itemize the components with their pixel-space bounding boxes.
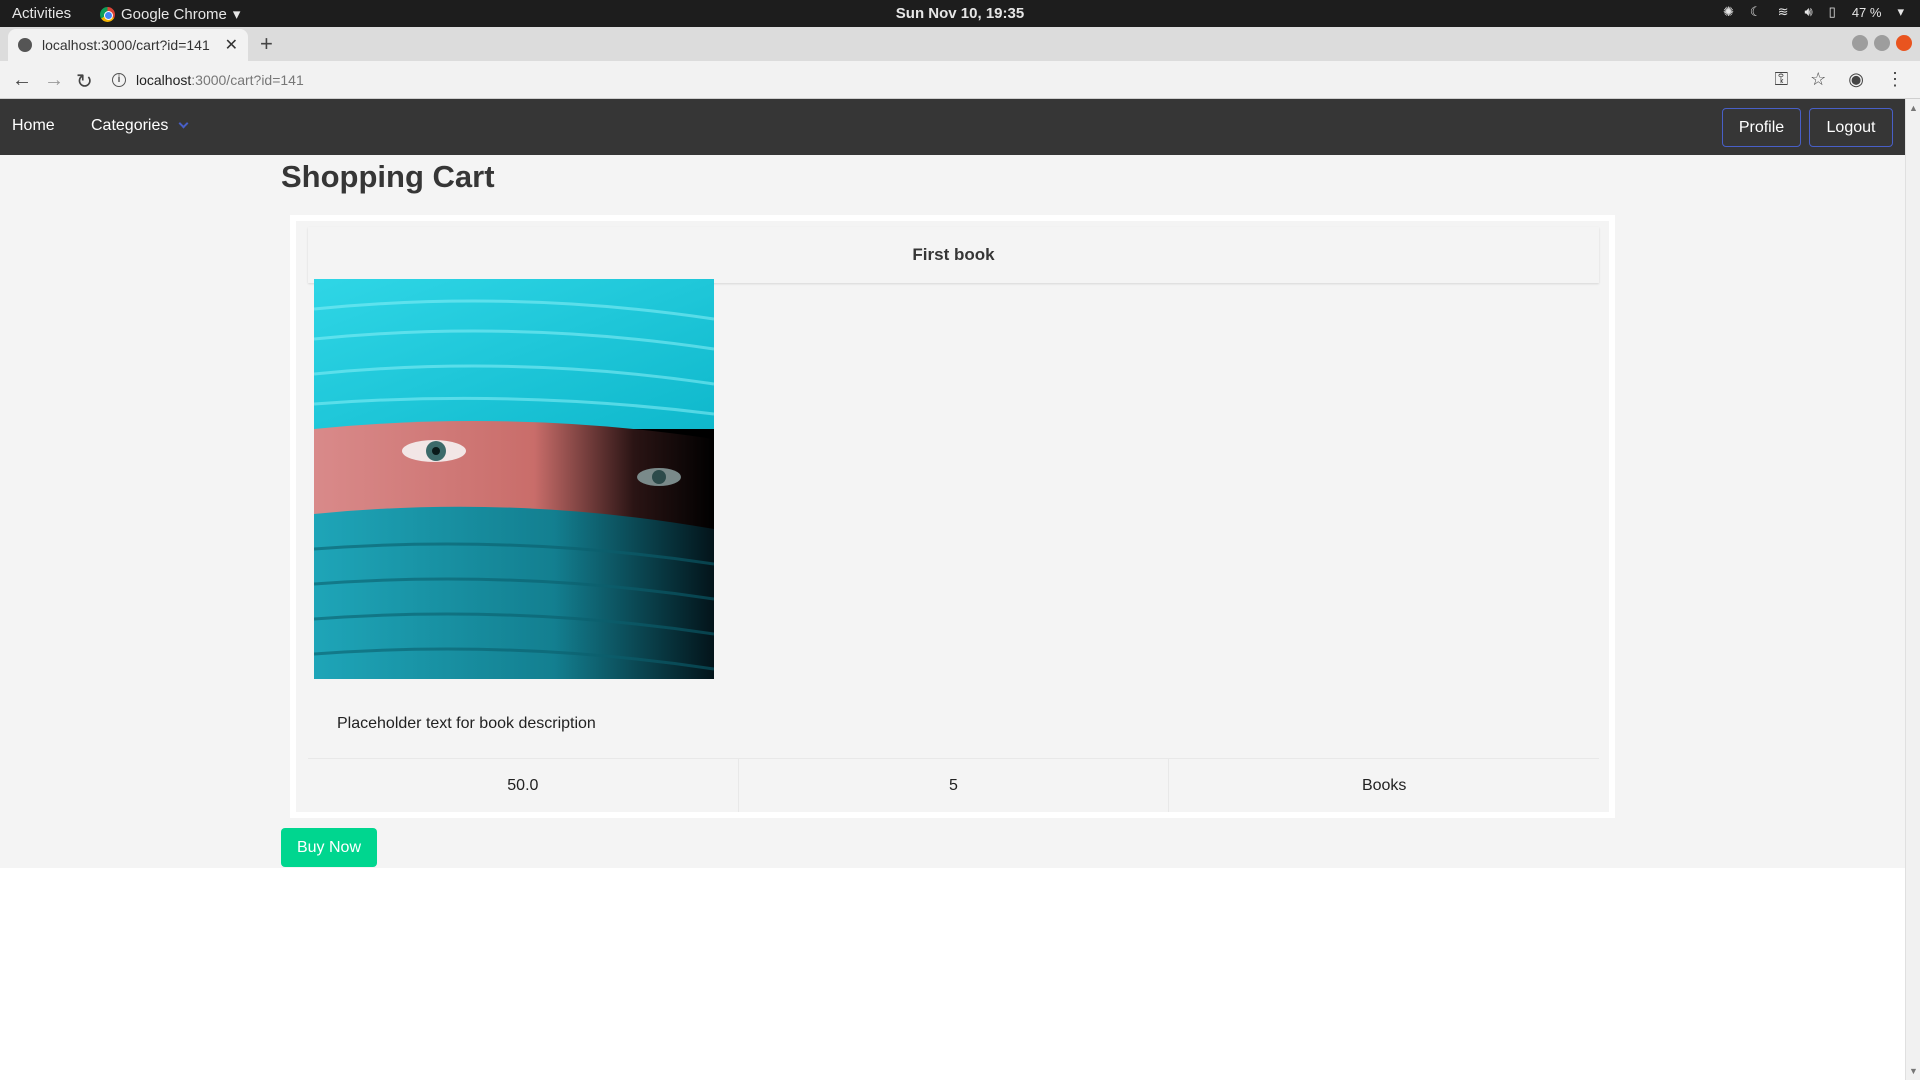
night-light-icon: ☾ (1749, 4, 1762, 19)
scroll-up-icon[interactable]: ▲ (1909, 103, 1918, 113)
logout-button[interactable]: Logout (1809, 108, 1893, 147)
browser-toolbar: ← → ↻ i localhost:3000/cart?id=141 ⚿ ☆ ◉… (0, 61, 1920, 99)
volume-icon: 🔊︎ (1804, 4, 1813, 19)
product-image (314, 279, 714, 679)
clock[interactable]: Sun Nov 10, 19:35 (0, 5, 1920, 22)
card-footer: 50.0 5 Books (308, 758, 1599, 812)
chevron-down-icon: ▾ (1897, 4, 1904, 19)
window-controls (1852, 35, 1912, 51)
url-host: localhost (136, 72, 192, 88)
browser-tab[interactable]: localhost:3000/cart?id=141 ✕ (8, 29, 248, 61)
cart-item-card: First book Placeholder text for book des… (290, 215, 1615, 818)
product-title: First book (308, 227, 1599, 283)
minimize-button[interactable] (1852, 35, 1868, 51)
reload-icon[interactable]: ↻ (76, 69, 93, 94)
back-arrow-icon[interactable]: ← (12, 69, 32, 92)
site-navbar: Home Categories Profile Logout (0, 99, 1905, 155)
tab-strip: localhost:3000/cart?id=141 ✕ + (0, 27, 1920, 61)
os-top-bar: Activities Google Chrome ▾ Sun Nov 10, 1… (0, 0, 1920, 27)
wifi-icon: ≋ (1777, 4, 1789, 19)
url-path: :3000/cart?id=141 (191, 72, 304, 88)
info-icon[interactable]: i (112, 73, 126, 87)
card-body: First book Placeholder text for book des… (296, 221, 1609, 812)
close-tab-icon[interactable]: ✕ (225, 35, 238, 55)
product-description: Placeholder text for book description (337, 715, 596, 732)
globe-icon (18, 38, 32, 52)
new-tab-button[interactable]: + (260, 31, 273, 57)
account-icon[interactable]: ◉ (1848, 69, 1864, 90)
maximize-button[interactable] (1874, 35, 1890, 51)
categories-label: Categories (91, 117, 169, 134)
web-page: Home Categories Profile Logout Shopping … (0, 99, 1905, 1080)
close-window-button[interactable] (1896, 35, 1912, 51)
notification-icon: ✺ (1723, 4, 1734, 19)
page-scrollbar[interactable]: ▲ ▼ (1905, 99, 1920, 1080)
product-category: Books (1361, 776, 1407, 794)
star-icon[interactable]: ☆ (1810, 69, 1826, 90)
battery-icon: ▯ (1828, 4, 1836, 19)
address-bar[interactable]: i localhost:3000/cart?id=141 (112, 66, 1762, 94)
chevron-down-icon (178, 118, 189, 129)
forward-arrow-icon[interactable]: → (44, 69, 64, 92)
key-icon[interactable]: ⚿ (1774, 69, 1788, 90)
toolbar-actions: ⚿ ☆ ◉ ⋮ (1774, 69, 1904, 90)
tab-title: localhost:3000/cart?id=141 (42, 37, 210, 53)
scroll-down-icon[interactable]: ▼ (1909, 1066, 1918, 1076)
system-tray[interactable]: ✺ ☾ ≋ 🔊︎ ▯ 47 % ▾ (1723, 4, 1904, 20)
product-quantity: 5 (739, 759, 1170, 812)
battery-level: 47 % (1851, 4, 1882, 20)
nav-categories-dropdown[interactable]: Categories (91, 117, 189, 135)
page-title: Shopping Cart (281, 159, 495, 194)
buy-now-button[interactable]: Buy Now (281, 828, 377, 867)
product-price: 50.0 (308, 759, 739, 812)
menu-icon[interactable]: ⋮ (1886, 69, 1904, 90)
nav-home-link[interactable]: Home (12, 117, 55, 135)
profile-button[interactable]: Profile (1722, 108, 1801, 147)
